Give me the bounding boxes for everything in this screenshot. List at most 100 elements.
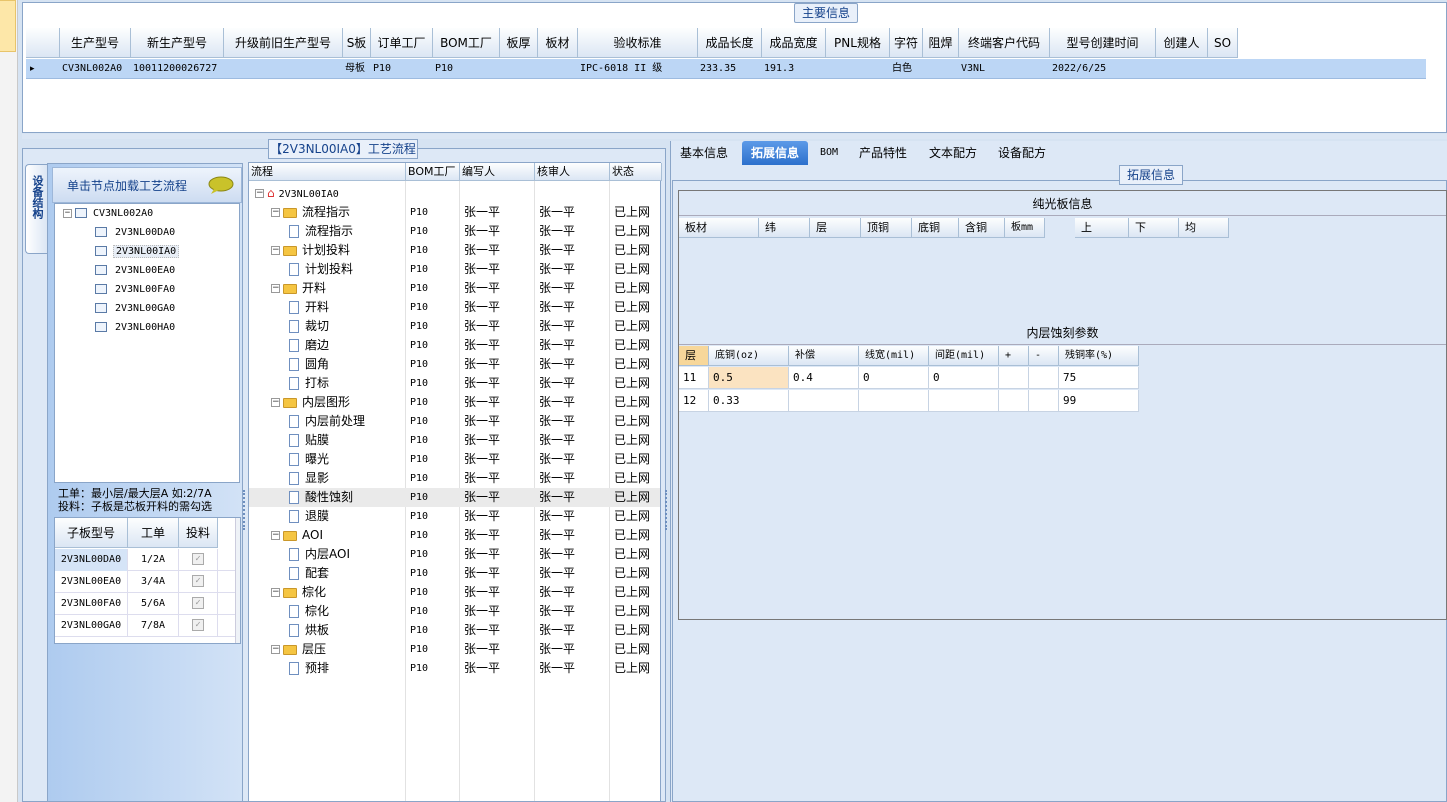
left-collapsed-strip[interactable]: [0, 0, 18, 802]
collapsed-tab[interactable]: [0, 0, 16, 52]
checkbox-icon[interactable]: ✓: [192, 553, 204, 565]
process-row[interactable]: − 开料 P10 张一平 张一平 已上网: [249, 279, 660, 298]
process-column-header[interactable]: BOM工厂: [406, 163, 460, 181]
bare-column-header[interactable]: 层: [810, 218, 861, 238]
column-header[interactable]: 成品长度: [698, 28, 762, 58]
bare-column-header[interactable]: 上: [1075, 218, 1129, 238]
table-cell[interactable]: 233.35: [698, 59, 762, 79]
sub-row[interactable]: 2V3NL00FA0 5/6A ✓: [55, 593, 240, 615]
table-cell[interactable]: CV3NL002A0: [60, 59, 131, 79]
speech-bubble-icon[interactable]: [208, 176, 234, 194]
collapse-icon[interactable]: −: [271, 398, 280, 407]
process-row[interactable]: 棕化 P10 张一平 张一平 已上网: [249, 602, 660, 621]
tree-child-node[interactable]: 2V3NL00GA0: [95, 299, 177, 318]
table-cell[interactable]: 2022/6/25: [1050, 59, 1156, 79]
sub-check-cell[interactable]: ✓: [179, 593, 218, 615]
sub-column-header[interactable]: 子板型号: [55, 518, 128, 548]
sub-order-cell[interactable]: 5/6A: [128, 593, 179, 615]
bare-column-header[interactable]: 板mm: [1005, 218, 1045, 238]
etch-cell[interactable]: [789, 390, 859, 412]
process-column-header[interactable]: 编写人: [460, 163, 535, 181]
checkbox-icon[interactable]: ✓: [192, 597, 204, 609]
sub-model-cell[interactable]: 2V3NL00DA0: [55, 549, 128, 571]
column-header[interactable]: 型号创建时间: [1050, 28, 1156, 58]
etch-column-header[interactable]: 间距(mil): [929, 346, 999, 366]
process-row[interactable]: − 层压 P10 张一平 张一平 已上网: [249, 640, 660, 659]
checkbox-icon[interactable]: ✓: [192, 575, 204, 587]
process-row[interactable]: 磨边 P10 张一平 张一平 已上网: [249, 336, 660, 355]
collapse-icon[interactable]: −: [271, 284, 280, 293]
etch-cell[interactable]: 75: [1059, 367, 1139, 389]
process-root-row[interactable]: − ⌂ 2V3NL00IA0: [249, 184, 660, 203]
etch-cell[interactable]: 0.5: [709, 367, 789, 389]
etch-cell[interactable]: [1029, 390, 1059, 412]
table-row[interactable]: ▸ CV3NL002A0 10011200026727 母板 P10 P10 IPC-601…: [26, 59, 1426, 79]
process-row[interactable]: − AOI P10 张一平 张一平 已上网: [249, 526, 660, 545]
table-cell[interactable]: [1208, 59, 1238, 79]
collapse-icon[interactable]: −: [271, 588, 280, 597]
sub-order-cell[interactable]: 1/2A: [128, 549, 179, 571]
column-header[interactable]: 成品宽度: [762, 28, 826, 58]
column-header[interactable]: 板材: [538, 28, 578, 58]
process-row[interactable]: 内层AOI P10 张一平 张一平 已上网: [249, 545, 660, 564]
process-row[interactable]: 打标 P10 张一平 张一平 已上网: [249, 374, 660, 393]
sub-order-cell[interactable]: 7/8A: [128, 615, 179, 637]
sub-column-header[interactable]: 工单: [128, 518, 179, 548]
etch-cell[interactable]: 12: [679, 390, 709, 412]
tree-child-node[interactable]: 2V3NL00HA0: [95, 318, 177, 337]
process-column-header[interactable]: 状态: [610, 163, 662, 181]
process-row[interactable]: − 计划投料 P10 张一平 张一平 已上网: [249, 241, 660, 260]
etch-cell[interactable]: 11: [679, 367, 709, 389]
process-row[interactable]: 退膜 P10 张一平 张一平 已上网: [249, 507, 660, 526]
column-header[interactable]: 验收标准: [578, 28, 698, 58]
bare-column-header[interactable]: 底铜: [912, 218, 959, 238]
process-row[interactable]: 烘板 P10 张一平 张一平 已上网: [249, 621, 660, 640]
sub-model-cell[interactable]: 2V3NL00FA0: [55, 593, 128, 615]
process-row[interactable]: 预排 P10 张一平 张一平 已上网: [249, 659, 660, 678]
etch-cell[interactable]: 0.33: [709, 390, 789, 412]
sub-model-cell[interactable]: 2V3NL00EA0: [55, 571, 128, 593]
etch-cell[interactable]: 99: [1059, 390, 1139, 412]
table-cell[interactable]: P10: [371, 59, 433, 79]
etch-column-header[interactable]: 底铜(oz): [709, 346, 789, 366]
sub-row[interactable]: 2V3NL00DA0 1/2A ✓: [55, 549, 240, 571]
table-cell[interactable]: [826, 59, 890, 79]
column-header[interactable]: S板: [343, 28, 371, 58]
tab-4[interactable]: 文本配方: [921, 141, 985, 165]
process-row[interactable]: 计划投料 P10 张一平 张一平 已上网: [249, 260, 660, 279]
table-cell[interactable]: [923, 59, 959, 79]
process-row[interactable]: 显影 P10 张一平 张一平 已上网: [249, 469, 660, 488]
etch-cell[interactable]: [929, 390, 999, 412]
table-cell[interactable]: [1156, 59, 1208, 79]
process-row[interactable]: 曝光 P10 张一平 张一平 已上网: [249, 450, 660, 469]
sub-order-cell[interactable]: 3/4A: [128, 571, 179, 593]
tree-child-node[interactable]: 2V3NL00FA0: [95, 280, 177, 299]
column-header[interactable]: 创建人: [1156, 28, 1208, 58]
etch-cell[interactable]: [859, 390, 929, 412]
column-header[interactable]: 升级前旧生产型号: [224, 28, 343, 58]
tree-child-node[interactable]: 2V3NL00IA0: [95, 242, 180, 261]
process-row[interactable]: 圆角 P10 张一平 张一平 已上网: [249, 355, 660, 374]
table-cell[interactable]: 白色: [890, 59, 923, 79]
etch-cell[interactable]: 0: [859, 367, 929, 389]
column-header[interactable]: 订单工厂: [371, 28, 433, 58]
process-row[interactable]: − 棕化 P10 张一平 张一平 已上网: [249, 583, 660, 602]
process-row[interactable]: 裁切 P10 张一平 张一平 已上网: [249, 317, 660, 336]
tree-child-node[interactable]: 2V3NL00EA0: [95, 261, 177, 280]
process-column-header[interactable]: 核审人: [535, 163, 610, 181]
sub-column-header[interactable]: 投料: [179, 518, 218, 548]
etch-column-header[interactable]: 线宽(mil): [859, 346, 929, 366]
column-header[interactable]: BOM工厂: [433, 28, 500, 58]
column-header[interactable]: 生产型号: [60, 28, 131, 58]
process-row[interactable]: 内层前处理 P10 张一平 张一平 已上网: [249, 412, 660, 431]
sub-model-cell[interactable]: 2V3NL00GA0: [55, 615, 128, 637]
collapse-icon[interactable]: −: [271, 531, 280, 540]
etch-column-header[interactable]: 残铜率(%): [1059, 346, 1139, 366]
tab-1[interactable]: 拓展信息: [742, 141, 808, 165]
column-header[interactable]: 终端客户代码: [959, 28, 1050, 58]
equipment-structure-tab[interactable]: 设备结构: [25, 164, 47, 254]
column-header[interactable]: PNL规格: [826, 28, 890, 58]
table-cell[interactable]: [500, 59, 538, 79]
table-cell[interactable]: [538, 59, 578, 79]
bare-column-header[interactable]: 顶铜: [861, 218, 912, 238]
